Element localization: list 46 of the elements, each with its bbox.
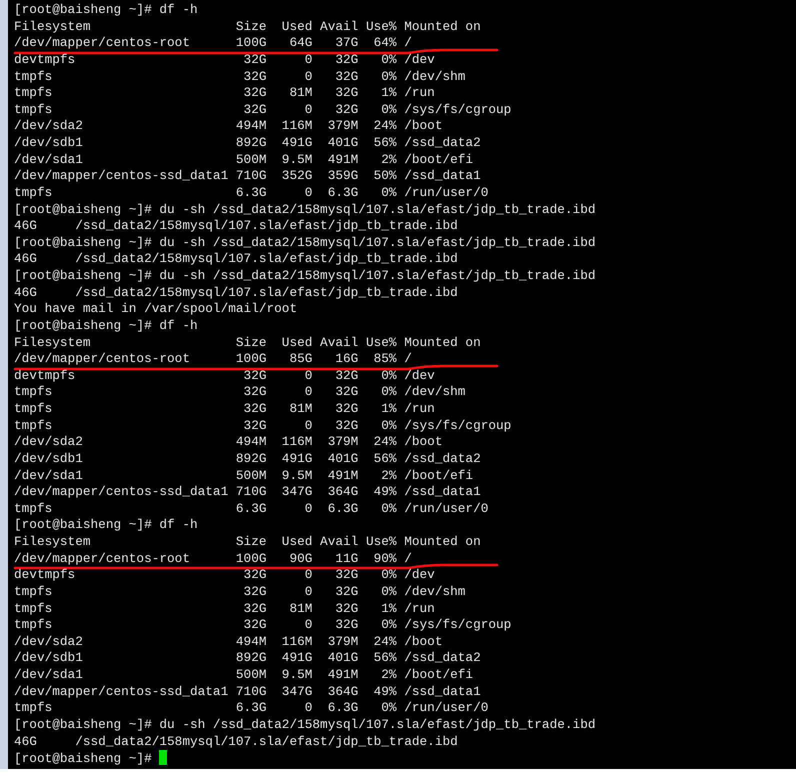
output-line: Filesystem Size Used Avail Use% Mounted on [14, 18, 481, 34]
output-line: /dev/sda1 500M 9.5M 491M 2% /boot/efi [14, 152, 474, 167]
output-line: 46G /ssd_data2/158mysql/107.sla/efast/jdp_tb_trade.ibd [14, 734, 458, 748]
output-line: /dev/mapper/centos-root 100G 85G 16G 85% / [14, 351, 412, 366]
output-line: tmpfs 32G 0 32G 0% /sys/fs/cgroup [14, 102, 512, 117]
output-line: tmpfs 6.3G 0 6.3G 0% /run/user/0 [14, 500, 488, 516]
output-line: /dev/mapper/centos-ssd_data1 710G 352G 359G 50% /ssd_data1 [14, 168, 481, 184]
output-line: tmpfs 32G 81M 32G 1% /run [14, 600, 435, 616]
output-line: /dev/sda1 500M 9.5M 491M 2% /boot/efi [14, 468, 474, 482]
output-line: devtmpfs 32G 0 32G 0% /dev [14, 567, 435, 582]
output-line: /dev/mapper/centos-ssd_data1 710G 347G 364G 49% /ssd_data1 [14, 484, 481, 500]
output-line: /dev/sda2 494M 116M 379M 24% /boot [14, 634, 442, 649]
output-line: devtmpfs 32G 0 32G 0% /dev [14, 368, 435, 383]
output-line: 46G /ssd_data2/158mysql/107.sla/efast/jdp_tb_trade.ibd [14, 218, 458, 234]
output-line: /dev/sdb1 892G 491G 401G 56% /ssd_data2 [14, 650, 481, 666]
output-line: /dev/sda2 494M 116M 379M 24% /boot [14, 434, 442, 450]
output-line: tmpfs 6.3G 0 6.3G 0% /run/user/0 [14, 700, 488, 716]
output-line: /dev/sda1 500M 9.5M 491M 2% /boot/efi [14, 667, 474, 682]
command-line: [root@baisheng ~]# du -sh /ssd_data2/158mysql/107.sla/efast/jdp_tb_trade.ibd [14, 234, 596, 250]
command-line: [root@baisheng ~]# df -h [14, 517, 198, 532]
output-line: /dev/mapper/centos-root 100G 90G 11G 90% / [14, 550, 412, 566]
command-line: [root@baisheng ~]# du -sh /ssd_data2/158mysql/107.sla/efast/jdp_tb_trade.ibd [14, 268, 596, 283]
output-line: You have mail in /var/spool/mail/root [14, 301, 298, 316]
output-line: tmpfs 32G 0 32G 0% /dev/shm [14, 384, 466, 400]
command-line: [root@baisheng ~]# du -sh /ssd_data2/158mysql/107.sla/efast/jdp_tb_trade.ibd [14, 202, 596, 216]
command-line: [root@baisheng ~]# df -h [14, 318, 198, 333]
output-line: tmpfs 32G 0 32G 0% /dev/shm [14, 68, 466, 84]
output-line: tmpfs 6.3G 0 6.3G 0% /run/user/0 [14, 184, 488, 200]
output-line: devtmpfs 32G 0 32G 0% /dev [14, 52, 435, 67]
output-line: /dev/sdb1 892G 491G 401G 56% /ssd_data2 [14, 135, 481, 150]
command-line: [root@baisheng ~]# du -sh /ssd_data2/158mysql/107.sla/efast/jdp_tb_trade.ibd [14, 716, 596, 732]
output-line: tmpfs 32G 81M 32G 1% /run [14, 401, 435, 416]
output-line: tmpfs 32G 0 32G 0% /dev/shm [14, 584, 466, 599]
output-line: Filesystem Size Used Avail Use% Mounted on [14, 334, 481, 350]
output-line: tmpfs 32G 81M 32G 1% /run [14, 85, 435, 100]
output-line: tmpfs 32G 0 32G 0% /sys/fs/cgroup [14, 617, 512, 632]
output-line: 46G /ssd_data2/158mysql/107.sla/efast/jdp_tb_trade.ibd [14, 284, 458, 300]
output-line: /dev/mapper/centos-root 100G 64G 37G 64% / [14, 35, 412, 50]
command-line: [root@baisheng ~]# df -h [14, 2, 198, 17]
output-line: /dev/sda2 494M 116M 379M 24% /boot [14, 118, 442, 134]
command-line: [root@baisheng ~]# [14, 751, 152, 766]
output-line: Filesystem Size Used Avail Use% Mounted on [14, 534, 481, 549]
output-line: tmpfs 32G 0 32G 0% /sys/fs/cgroup [14, 418, 512, 433]
output-line: /dev/mapper/centos-ssd_data1 710G 347G 364G 49% /ssd_data1 [14, 684, 481, 699]
output-line: /dev/sdb1 892G 491G 401G 56% /ssd_data2 [14, 450, 481, 466]
output-line: 46G /ssd_data2/158mysql/107.sla/efast/jdp_tb_trade.ibd [14, 251, 458, 266]
